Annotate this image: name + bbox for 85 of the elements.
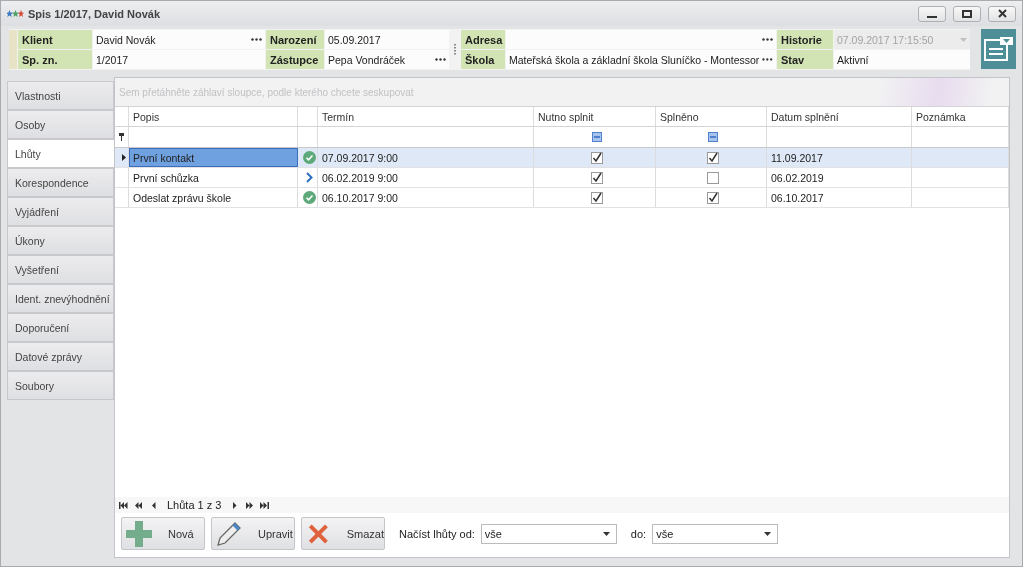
filter-checkbox-icon[interactable] xyxy=(708,132,718,142)
field-value[interactable]: Mateřská škola a základní škola Sluníčko - Montessor xyxy=(506,50,776,69)
side-tab[interactable]: Vlastnosti xyxy=(7,81,114,110)
field-label: Sp. zn. xyxy=(18,50,92,69)
field-value[interactable]: Pepa Vondráček xyxy=(325,50,449,69)
column-header[interactable]: Termín xyxy=(318,107,534,126)
column-header[interactable]: Popis xyxy=(129,107,298,126)
column-header[interactable]: Splněno xyxy=(656,107,767,126)
field-value[interactable]: 05.09.2017 xyxy=(325,30,449,49)
ellipsis-icon[interactable] xyxy=(762,58,773,61)
previous-page-icon[interactable] xyxy=(134,501,143,509)
pencil-icon xyxy=(216,520,242,547)
table-cell: 06.02.2019 xyxy=(767,168,912,187)
table-cell: 06.10.2017 xyxy=(767,188,912,207)
from-dropdown[interactable]: vše xyxy=(480,523,617,544)
filter-checkbox-icon[interactable] xyxy=(591,132,602,142)
table-cell: První schůzka xyxy=(129,168,298,187)
checkbox[interactable] xyxy=(707,171,719,184)
action-button[interactable]: Smazat xyxy=(301,517,385,550)
ellipsis-icon[interactable] xyxy=(762,38,773,41)
field-label: Klient xyxy=(18,30,92,49)
dropdown-caret-icon[interactable] xyxy=(602,531,610,536)
side-tab[interactable]: Osoby xyxy=(7,110,114,139)
previous-record-icon[interactable] xyxy=(149,501,158,509)
filter-label: Načíst lhůty od: xyxy=(399,527,475,540)
field-label: Škola xyxy=(461,50,505,69)
header-stripe xyxy=(9,30,17,69)
checkbox[interactable] xyxy=(590,151,603,164)
field-label: Stav xyxy=(777,50,833,69)
field-label: Zástupce xyxy=(266,50,324,69)
last-record-icon[interactable] xyxy=(260,501,270,509)
field-value[interactable]: Aktivní xyxy=(834,50,970,69)
next-page-icon[interactable] xyxy=(245,501,255,509)
dropdown-caret-icon[interactable] xyxy=(764,531,772,536)
column-header[interactable]: Nutno splnit xyxy=(534,107,656,126)
ellipsis-icon[interactable] xyxy=(251,38,262,41)
close-button[interactable] xyxy=(988,5,1016,22)
maximize-icon xyxy=(962,9,972,18)
table-row[interactable]: První schůzka 06.02.2019 9:00 06.02.2019 xyxy=(115,168,1009,188)
window-title: Spis 1/2017, David Novák xyxy=(28,7,161,20)
side-tab[interactable]: Ident. znevýhodnění xyxy=(7,284,114,313)
record-counter: Lhůta 1 z 3 xyxy=(167,499,222,511)
checkbox[interactable] xyxy=(590,191,603,204)
next-record-icon[interactable] xyxy=(230,501,240,509)
table-row[interactable]: Odeslat zprávu škole 06.10.2017 9:00 06.10.2017 xyxy=(115,188,1009,208)
side-tab[interactable]: Korespondence xyxy=(7,168,114,197)
to-dropdown[interactable]: vše xyxy=(652,523,779,544)
maximize-button[interactable] xyxy=(953,5,981,22)
side-tab[interactable]: Lhůty xyxy=(7,139,114,168)
column-header[interactable]: Poznámka xyxy=(912,107,1009,126)
field-value[interactable]: David Novák xyxy=(93,30,265,49)
side-tab[interactable]: Datové zprávy xyxy=(7,342,114,371)
layout-menu-button[interactable] xyxy=(981,29,1016,69)
side-tab[interactable]: Úkony xyxy=(7,226,114,255)
field-value[interactable]: 1/2017 xyxy=(93,50,265,69)
action-button[interactable]: Nová xyxy=(121,517,205,550)
side-tab[interactable]: Vyjádření xyxy=(7,197,114,226)
first-record-icon[interactable] xyxy=(119,501,128,509)
field-label: Historie xyxy=(777,30,833,49)
action-button[interactable]: Upravit xyxy=(211,517,295,550)
filter-label: do: xyxy=(630,527,647,540)
side-tab[interactable]: Doporučení xyxy=(7,313,114,342)
close-icon xyxy=(997,9,1007,18)
checkbox[interactable] xyxy=(590,171,603,184)
table-cell: 07.09.2017 9:00 xyxy=(318,148,534,167)
ellipsis-icon[interactable] xyxy=(435,58,446,61)
field-label: Adresa xyxy=(461,30,505,49)
plus-icon xyxy=(126,520,152,547)
column-header[interactable]: Datum splnění xyxy=(767,107,912,126)
minimize-button[interactable] xyxy=(918,5,946,22)
checkbox[interactable] xyxy=(707,191,719,204)
field-value[interactable] xyxy=(506,30,776,49)
side-tab[interactable]: Soubory xyxy=(7,371,114,400)
filter-pin-icon xyxy=(119,133,124,141)
field-label: Narození xyxy=(266,30,324,49)
table-cell: 11.09.2017 xyxy=(767,148,912,167)
minimize-icon xyxy=(927,15,937,18)
table-row[interactable]: První kontakt 07.09.2017 9:00 11.09.2017 xyxy=(115,148,1009,168)
current-row-icon xyxy=(121,154,126,161)
table-cell: První kontakt xyxy=(129,148,298,167)
table-cell: Odeslat zprávu škole xyxy=(129,188,298,207)
side-tab[interactable]: Vyšetření xyxy=(7,255,114,284)
table-cell: 06.02.2019 9:00 xyxy=(318,168,534,187)
checkbox[interactable] xyxy=(707,151,719,164)
table-cell: 06.10.2017 9:00 xyxy=(318,188,534,207)
